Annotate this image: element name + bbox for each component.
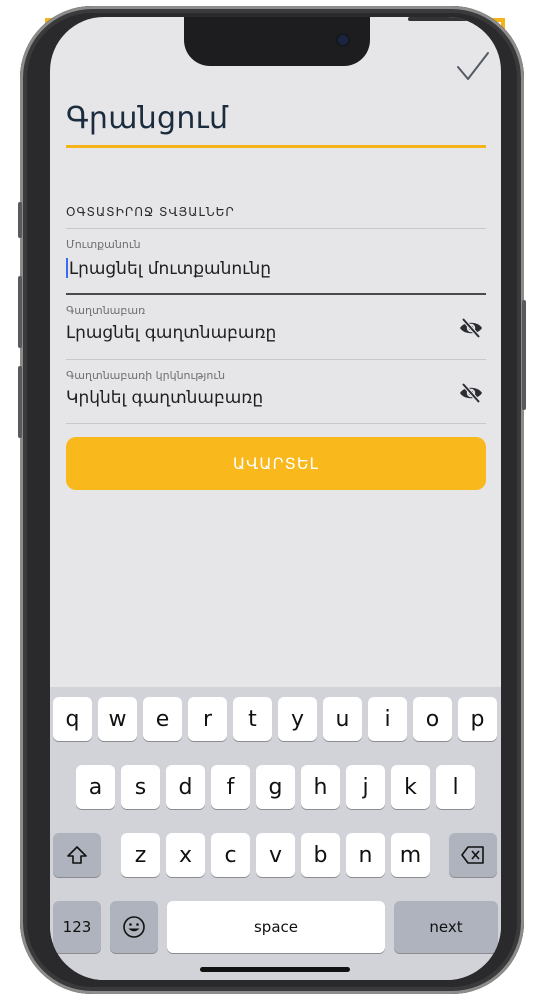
key-a[interactable]: a (76, 765, 115, 809)
eye-slash-icon[interactable] (458, 382, 484, 404)
key-g[interactable]: g (256, 765, 295, 809)
shift-icon[interactable] (53, 833, 101, 877)
key-d[interactable]: d (166, 765, 205, 809)
password-label: Գաղտնաբառ (66, 304, 146, 317)
volume-down-button (18, 366, 22, 438)
password-divider (66, 359, 486, 360)
page-title: Գրանցում (66, 101, 229, 136)
password-repeat-divider (66, 423, 486, 424)
key-c[interactable]: c (211, 833, 250, 877)
checkmark-icon[interactable] (452, 47, 492, 87)
finish-button[interactable]: ԱՎԱՐՏԵԼ (66, 437, 486, 490)
key-w[interactable]: w (98, 697, 137, 741)
eye-slash-icon[interactable] (458, 317, 484, 339)
key-e[interactable]: e (143, 697, 182, 741)
emoji-icon[interactable] (110, 901, 158, 953)
key-v[interactable]: v (256, 833, 295, 877)
key-b[interactable]: b (301, 833, 340, 877)
key-u[interactable]: u (323, 697, 362, 741)
home-indicator (200, 967, 350, 972)
key-x[interactable]: x (166, 833, 205, 877)
key-z[interactable]: z (121, 833, 160, 877)
username-label: Մուտքանուն (66, 238, 141, 251)
key-l[interactable]: l (436, 765, 475, 809)
title-underline (66, 145, 486, 148)
power-button (522, 300, 526, 410)
key-n[interactable]: n (346, 833, 385, 877)
volume-up-button (18, 276, 22, 348)
key-r[interactable]: r (188, 697, 227, 741)
password-input[interactable]: Լրացնել գաղտնաբառը (66, 323, 276, 343)
section-title: ՕԳՏԱՏԻՐՈՋ ՏՎՅԱԼՆԵՐ (66, 205, 235, 219)
front-camera (338, 35, 348, 45)
password-repeat-label: Գաղտնաբառի կրկնություն (66, 369, 226, 382)
mute-switch (18, 202, 22, 238)
next-key[interactable]: next (394, 901, 498, 953)
backspace-icon[interactable] (449, 833, 497, 877)
key-s[interactable]: s (121, 765, 160, 809)
key-o[interactable]: o (413, 697, 452, 741)
section-divider (66, 228, 486, 229)
username-input[interactable]: Լրացնել մուտքանունը (66, 258, 271, 279)
key-k[interactable]: k (391, 765, 430, 809)
username-placeholder: Լրացնել մուտքանունը (69, 259, 272, 279)
key-m[interactable]: m (391, 833, 430, 877)
text-cursor (66, 258, 68, 278)
key-h[interactable]: h (301, 765, 340, 809)
username-underline (66, 293, 486, 295)
key-q[interactable]: q (53, 697, 92, 741)
keyboard: q w e r t y u i o p a s d f g h j k l z … (50, 687, 501, 980)
phone-screen: Գրանցում ՕԳՏԱՏԻՐՈՋ ՏՎՅԱԼՆԵՐ Մուտքանուն Լ… (50, 17, 501, 980)
key-f[interactable]: f (211, 765, 250, 809)
key-t[interactable]: t (233, 697, 272, 741)
password-repeat-input[interactable]: Կրկնել գաղտնաբառը (66, 388, 263, 408)
space-key[interactable]: space (167, 901, 385, 953)
key-i[interactable]: i (368, 697, 407, 741)
key-p[interactable]: p (458, 697, 497, 741)
key-y[interactable]: y (278, 697, 317, 741)
notch (184, 17, 468, 66)
key-j[interactable]: j (346, 765, 385, 809)
speaker-grille (408, 17, 468, 21)
numbers-key[interactable]: 123 (53, 901, 101, 953)
